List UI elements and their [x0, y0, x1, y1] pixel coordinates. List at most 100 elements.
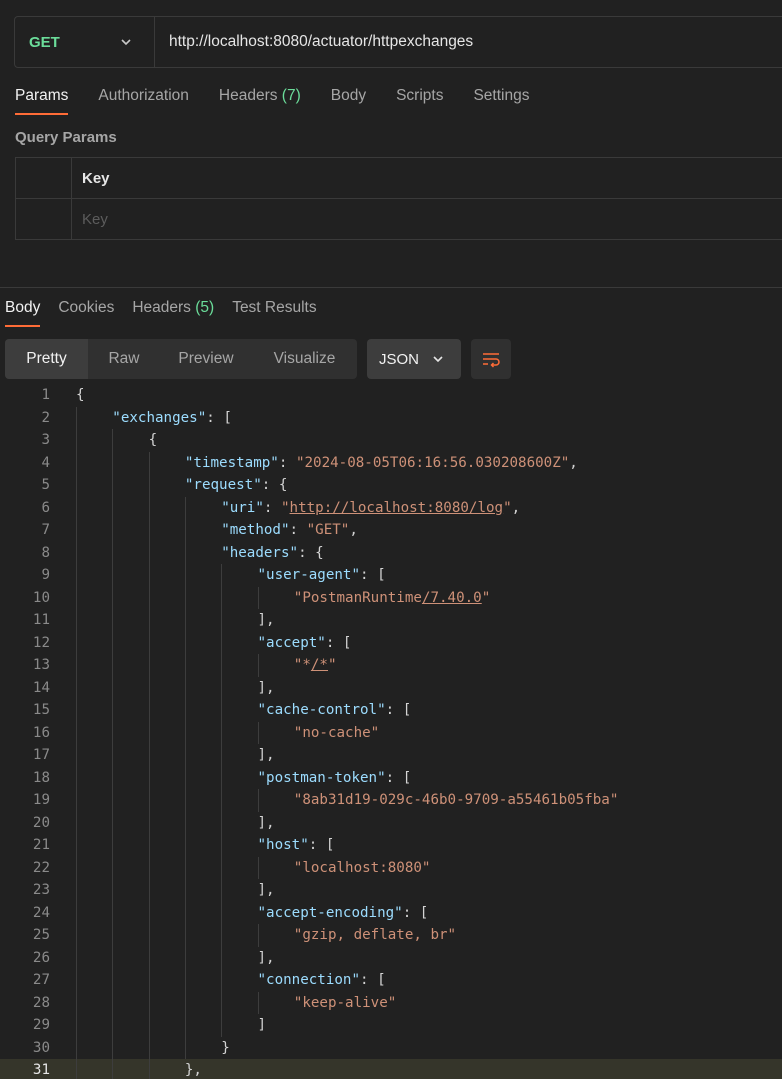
indent-guide	[112, 1059, 114, 1079]
line-number: 13	[32, 657, 50, 673]
indent-guide	[148, 901, 150, 924]
view-mode-pretty[interactable]: Pretty	[5, 339, 88, 379]
indent-guide	[184, 991, 186, 1014]
view-mode-visualize[interactable]: Visualize	[252, 339, 357, 379]
code-line: 1{	[0, 384, 782, 407]
method-select[interactable]: GET	[15, 17, 155, 67]
request-tab-headers[interactable]: Headers (7)	[219, 87, 301, 115]
code-text: ],	[257, 679, 275, 696]
request-tab-body[interactable]: Body	[331, 87, 366, 115]
indent-guide	[184, 721, 186, 744]
row-checkbox[interactable]	[16, 199, 72, 240]
tab-label: Settings	[473, 87, 530, 104]
code-text: "8ab31d19-029c-46b0-9709-a55461b05fba"	[293, 792, 619, 808]
view-mode-selector: Pretty Raw Preview Visualize	[5, 339, 357, 379]
indent-guide	[76, 1059, 77, 1079]
code-text: "accept": [	[257, 634, 352, 651]
indent-guide	[184, 924, 186, 947]
indent-guide	[148, 991, 150, 1014]
indent-guide	[76, 699, 77, 722]
response-tab-headers[interactable]: Headers (5)	[132, 299, 214, 327]
code-line: 14],	[0, 676, 782, 699]
indent-guide	[76, 1036, 77, 1059]
code-text: "connection": [	[257, 972, 386, 988]
indent-guide	[148, 969, 150, 992]
indent-guide	[76, 429, 77, 452]
request-tab-params[interactable]: Params	[15, 87, 69, 115]
line-number: 19	[32, 792, 50, 808]
indent-guide	[112, 789, 114, 812]
indent-guide	[112, 609, 114, 632]
code-text: ],	[257, 747, 275, 763]
indent-guide	[112, 969, 114, 992]
indent-guide	[112, 496, 114, 519]
indent-guide	[76, 901, 77, 924]
key-input[interactable]: Key	[82, 211, 108, 228]
indent-guide	[112, 654, 114, 677]
code-text: "exchanges": [	[112, 409, 232, 426]
indent-guide	[148, 586, 150, 609]
code-text: "postman-token": [	[257, 769, 412, 786]
response-body-editor[interactable]: 1{2 "exchanges": [3{4 "timestamp": "2024-0…	[0, 384, 782, 1079]
tab-label: Headers	[132, 299, 191, 316]
indent-guide	[76, 676, 77, 699]
response-tab-test-results[interactable]: Test Results	[232, 299, 316, 327]
code-line: 15 "cache-control": [	[0, 699, 782, 722]
line-number: 29	[32, 1017, 50, 1033]
view-mode-preview[interactable]: Preview	[160, 339, 252, 379]
code-text: "host": [	[257, 837, 335, 853]
indent-guide	[257, 654, 259, 677]
indent-guide	[221, 1014, 223, 1037]
view-mode-raw[interactable]: Raw	[88, 339, 160, 379]
url-input[interactable]: http://localhost:8080/actuator/httpexcha…	[155, 33, 473, 51]
column-header-key: Key	[82, 170, 110, 187]
response-tab-body[interactable]: Body	[5, 299, 41, 327]
response-tab-cookies[interactable]: Cookies	[58, 299, 114, 327]
code-line: 13 "*/*"	[0, 654, 782, 677]
indent-guide	[76, 969, 77, 992]
pane-divider[interactable]	[0, 287, 782, 288]
indent-guide	[257, 856, 259, 879]
tab-label: Cookies	[58, 299, 115, 316]
code-text: "keep-alive"	[293, 994, 397, 1011]
indent-guide	[184, 969, 186, 992]
indent-guide	[76, 721, 77, 744]
code-line: 5 "request": {	[0, 474, 782, 497]
indent-guide	[148, 924, 150, 947]
line-number: 3	[41, 432, 50, 448]
indent-guide	[76, 834, 77, 857]
tab-label: Body	[330, 87, 367, 104]
code-text: "*/*"	[293, 657, 337, 673]
code-text: {	[148, 432, 158, 448]
code-line: 22 "localhost:8080"	[0, 856, 782, 879]
code-line: 25 "gzip, deflate, br"	[0, 924, 782, 947]
indent-guide	[221, 654, 223, 677]
indent-guide	[184, 901, 186, 924]
request-tab-settings[interactable]: Settings	[473, 87, 529, 115]
line-number: 21	[32, 837, 50, 853]
format-select[interactable]: JSON	[367, 339, 461, 379]
wrap-lines-button[interactable]	[471, 339, 511, 379]
indent-guide	[184, 496, 186, 519]
url-bar: GET http://localhost:8080/actuator/httpe…	[14, 16, 782, 68]
code-text: ],	[257, 612, 275, 628]
indent-guide	[221, 676, 223, 699]
line-number: 17	[32, 747, 50, 763]
indent-guide	[76, 1014, 77, 1037]
indent-guide	[112, 586, 114, 609]
indent-guide	[184, 609, 186, 632]
line-number: 18	[32, 769, 50, 786]
indent-guide	[257, 721, 259, 744]
indent-guide	[221, 856, 223, 879]
indent-guide	[184, 699, 186, 722]
code-text: {	[76, 387, 85, 403]
request-tab-authorization[interactable]: Authorization	[98, 87, 188, 115]
request-tab-scripts[interactable]: Scripts	[396, 87, 443, 115]
indent-guide	[76, 654, 77, 677]
indent-guide	[184, 676, 186, 699]
indent-guide	[76, 564, 77, 587]
code-text: "uri": "http://localhost:8080/log",	[221, 499, 521, 516]
indent-guide	[221, 946, 223, 969]
code-text: }	[221, 1039, 230, 1056]
code-line: 30}	[0, 1036, 782, 1059]
